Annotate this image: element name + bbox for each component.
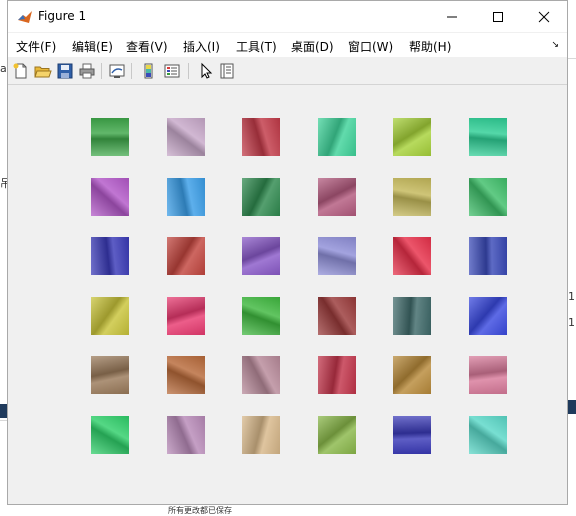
background-divider-left [0,420,7,421]
menu-help[interactable]: 帮助(H) [409,38,451,55]
filter-tile [167,178,205,216]
menu-insert[interactable]: 插入(I) [183,38,220,55]
filter-tile [91,416,129,454]
background-divider-right [568,58,576,59]
filter-tile [242,118,280,156]
menu-desktop[interactable]: 桌面(D) [291,38,334,55]
background-bar-left [0,404,7,418]
filter-tile [91,297,129,335]
filter-tile [393,178,431,216]
filter-tile [469,356,507,394]
filter-tile [167,297,205,335]
filter-tile [393,118,431,156]
background-bar-right [568,400,576,414]
figure-canvas[interactable] [9,86,567,504]
minimize-icon [447,16,457,17]
filter-tile [242,178,280,216]
filter-tile [393,297,431,335]
property-inspector-icon[interactable] [218,62,236,80]
link-plot-icon[interactable] [108,62,126,80]
figure-window: Figure 1 文件(F) 编辑(E) 查看(V) 插入(I) 工具(T) 桌… [7,0,568,505]
filter-tile [167,118,205,156]
new-figure-icon[interactable] [12,62,30,80]
open-file-icon[interactable] [34,62,52,80]
filter-tile [393,356,431,394]
filter-tile [91,178,129,216]
filter-tile [469,118,507,156]
matlab-logo-icon [17,9,33,25]
filter-tile [242,237,280,275]
filter-tile [242,297,280,335]
background-text-right-2: 1.2 [568,316,576,329]
filter-tile [469,297,507,335]
filter-tile [469,416,507,454]
window-title: Figure 1 [38,9,87,23]
background-status-text: 所有更改都已保存 [168,506,232,515]
title-bar[interactable]: Figure 1 [8,1,567,32]
toolbar-separator [188,63,189,79]
filter-tile [91,118,129,156]
filter-tile [318,356,356,394]
close-button[interactable] [521,1,567,32]
filter-tile [318,118,356,156]
filter-tile [318,297,356,335]
filter-tile [469,178,507,216]
background-text-right-1: 1.2 [568,290,576,303]
save-icon[interactable] [56,62,74,80]
filter-tile [393,416,431,454]
figure-toolbar [8,57,567,85]
filter-tile [167,356,205,394]
filter-tile [242,416,280,454]
toolbar-separator [131,63,132,79]
minimize-button[interactable] [429,1,475,32]
maximize-button[interactable] [475,1,521,32]
close-icon [538,11,550,22]
insert-colorbar-icon[interactable] [140,62,158,80]
insert-legend-icon[interactable] [163,62,181,80]
filter-tile [318,416,356,454]
menu-window[interactable]: 窗口(W) [348,38,393,55]
toolbar-separator [101,63,102,79]
menu-file[interactable]: 文件(F) [16,38,56,55]
filter-tile [242,356,280,394]
filter-tile [318,178,356,216]
menu-view[interactable]: 查看(V) [126,38,168,55]
edit-plot-arrow-icon[interactable] [197,62,215,80]
dock-figure-icon[interactable]: ↘ [551,40,559,50]
maximize-icon [493,11,503,22]
filter-tile [91,237,129,275]
filter-tile [393,237,431,275]
filter-tile [167,237,205,275]
filter-tile [318,237,356,275]
menu-tools[interactable]: 工具(T) [236,38,277,55]
menu-edit[interactable]: 编辑(E) [72,38,113,55]
filter-tile [91,356,129,394]
menu-bar: 文件(F) 编辑(E) 查看(V) 插入(I) 工具(T) 桌面(D) 窗口(W… [8,33,567,57]
filter-tile [167,416,205,454]
filter-tile [469,237,507,275]
print-icon[interactable] [78,62,96,80]
